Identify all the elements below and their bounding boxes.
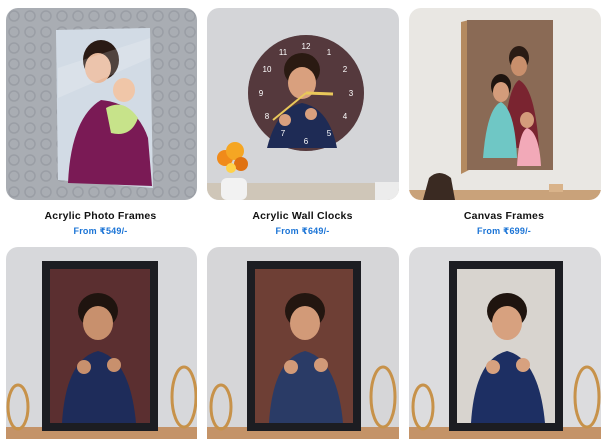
clock-number: 2 (343, 65, 348, 74)
clock-number: 4 (343, 112, 348, 121)
product-price: From ₹699/- (477, 226, 531, 236)
product-title[interactable]: Acrylic Photo Frames (0, 210, 201, 222)
product-card-canvas-frames[interactable]: Canvas Frames From ₹699/- (404, 0, 604, 242)
product-price: From ₹649/- (275, 226, 330, 236)
product-card[interactable] (202, 246, 403, 442)
product-image-canvas-frame[interactable] (409, 8, 601, 200)
clock-number: 8 (265, 112, 270, 121)
clock-number: 1 (327, 48, 332, 57)
clock-number: 7 (281, 129, 286, 138)
clock-number: 10 (263, 65, 272, 74)
clock-number: 11 (279, 48, 288, 57)
clock-number: 6 (304, 137, 309, 146)
product-image-photo-frame[interactable] (6, 247, 197, 439)
clock-number: 3 (349, 89, 354, 98)
clock-number: 9 (259, 89, 264, 98)
product-image-photo-frame[interactable] (207, 247, 399, 439)
product-title[interactable]: Acrylic Wall Clocks (202, 210, 403, 222)
product-image-acrylic-wall-clock[interactable]: 12 1 2 3 4 5 6 7 8 9 10 11 (207, 8, 399, 200)
product-card-acrylic-photo-frames[interactable]: Acrylic Photo Frames From ₹549/- (0, 0, 201, 242)
product-image-acrylic-photo-frame[interactable] (6, 8, 197, 200)
product-card[interactable] (404, 246, 604, 442)
product-card-acrylic-wall-clocks[interactable]: 12 1 2 3 4 5 6 7 8 9 10 11 Acrylic Wall … (202, 0, 403, 242)
product-image-photo-frame[interactable] (409, 247, 601, 439)
clock-number: 5 (327, 129, 332, 138)
product-price: From ₹549/- (73, 226, 128, 236)
product-grid: Acrylic Photo Frames From ₹549/- 12 1 2 … (0, 0, 604, 442)
clock-number: 12 (302, 42, 311, 51)
product-card[interactable] (0, 246, 201, 442)
product-title[interactable]: Canvas Frames (404, 210, 604, 222)
